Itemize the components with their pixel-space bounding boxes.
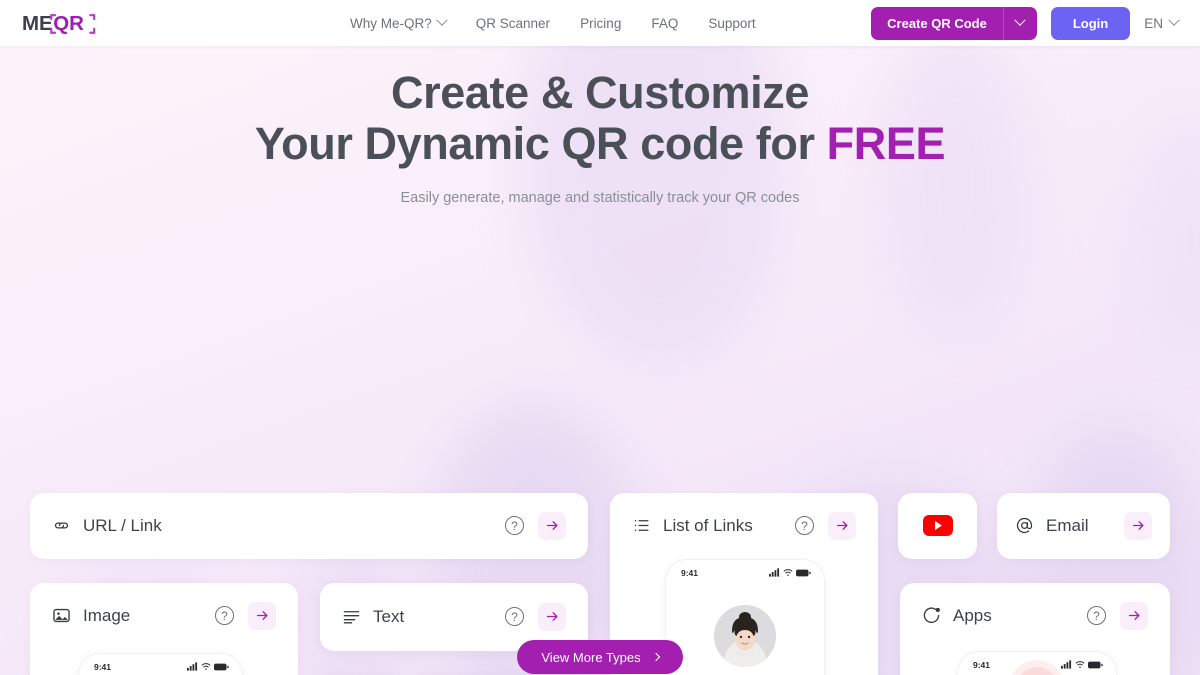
arrow-right-icon	[256, 611, 267, 621]
main-navigation: Why Me-QR? QR Scanner Pricing FAQ Suppor…	[350, 14, 756, 31]
battery-icon	[796, 569, 811, 577]
arrow-right-icon	[1128, 611, 1139, 621]
help-icon[interactable]: ?	[215, 606, 234, 626]
nav-item-label: Support	[708, 15, 756, 31]
svg-text:QR: QR	[53, 12, 84, 35]
help-icon[interactable]: ?	[505, 516, 524, 536]
qr-type-label: Apps	[953, 605, 992, 625]
nav-item-label: Why Me-QR?	[350, 15, 432, 31]
arrow-right-icon	[836, 521, 847, 531]
nav-item-faq[interactable]: FAQ	[651, 16, 678, 31]
text-lines-icon	[342, 607, 361, 626]
status-icons	[769, 568, 811, 577]
phone-status-bar: 9:41	[665, 559, 825, 581]
view-more-container: View More Types	[0, 640, 1200, 674]
qr-type-label: URL / Link	[83, 515, 162, 535]
qr-type-label: Text	[373, 606, 405, 626]
nav-item-pricing[interactable]: Pricing	[580, 16, 621, 31]
open-arrow-button[interactable]	[1120, 601, 1148, 630]
nav-item-label: Pricing	[580, 15, 622, 31]
qr-type-card-email[interactable]: Email	[997, 492, 1170, 559]
qr-type-card-url[interactable]: URL / Link ?	[30, 492, 588, 559]
open-arrow-button[interactable]	[828, 511, 856, 540]
nav-item-why-me-qr[interactable]: Why Me-QR?	[350, 14, 448, 31]
wifi-icon	[783, 569, 793, 577]
qr-type-label: List of Links	[663, 515, 753, 535]
nav-item-support[interactable]: Support	[708, 16, 755, 31]
qr-type-card-youtube[interactable]	[898, 492, 977, 559]
hero-line-1: Create & Customize	[391, 67, 809, 118]
hero-subtitle: Easily generate, manage and statisticall…	[400, 189, 800, 206]
chevron-right-icon	[651, 652, 660, 662]
at-icon	[1015, 516, 1034, 535]
help-icon[interactable]: ?	[1087, 606, 1106, 626]
status-time: 9:41	[681, 567, 699, 578]
image-icon	[52, 606, 71, 625]
create-qr-split-button: Create QR Code	[871, 6, 1037, 40]
hero-section: Create & Customize Your Dynamic QR code …	[0, 46, 1200, 206]
hero-line-2: Your Dynamic QR code for	[254, 117, 827, 169]
open-arrow-button[interactable]	[1124, 511, 1152, 540]
help-icon[interactable]: ?	[505, 607, 524, 627]
chevron-down-icon	[436, 14, 448, 26]
image-glyph	[53, 609, 70, 623]
page-title: Create & Customize Your Dynamic QR code …	[0, 67, 1200, 170]
hero-accent-free: FREE	[826, 117, 946, 169]
logo-icon: ME QR	[22, 12, 96, 35]
open-arrow-button[interactable]	[538, 602, 566, 631]
login-button[interactable]: Login	[1050, 6, 1131, 40]
nav-item-label: FAQ	[651, 15, 679, 31]
header-actions: Create QR Code Login EN	[871, 6, 1180, 40]
chevron-down-icon	[1168, 14, 1180, 26]
arrow-right-icon	[1132, 521, 1143, 531]
nav-item-qr-scanner[interactable]: QR Scanner	[476, 16, 550, 31]
language-selector[interactable]: EN	[1144, 14, 1180, 31]
qr-type-label: Image	[83, 605, 131, 625]
apps-icon	[922, 606, 941, 625]
arrow-right-icon	[546, 612, 557, 622]
open-arrow-button[interactable]	[248, 601, 276, 630]
svg-text:ME: ME	[22, 12, 53, 35]
language-label: EN	[1144, 15, 1163, 31]
view-more-types-button[interactable]: View More Types	[517, 640, 683, 674]
help-icon[interactable]: ?	[795, 516, 814, 536]
youtube-icon	[922, 515, 953, 537]
open-arrow-button[interactable]	[538, 511, 566, 540]
arrow-right-icon	[546, 521, 557, 531]
list-icon	[632, 516, 651, 535]
nav-item-label: QR Scanner	[475, 15, 551, 31]
signal-icon	[769, 568, 780, 577]
chevron-down-icon	[1014, 14, 1027, 26]
logo-me-qr[interactable]: ME QR	[22, 7, 102, 39]
qr-type-label: Email	[1046, 515, 1089, 535]
view-more-label: View More Types	[541, 649, 641, 665]
create-qr-dropdown-button[interactable]	[1002, 6, 1037, 40]
site-header: ME QR Why Me-QR? QR Scanner Pricing FAQ …	[0, 0, 1200, 46]
create-qr-code-button[interactable]: Create QR Code	[871, 6, 1003, 40]
link-icon	[52, 516, 71, 535]
